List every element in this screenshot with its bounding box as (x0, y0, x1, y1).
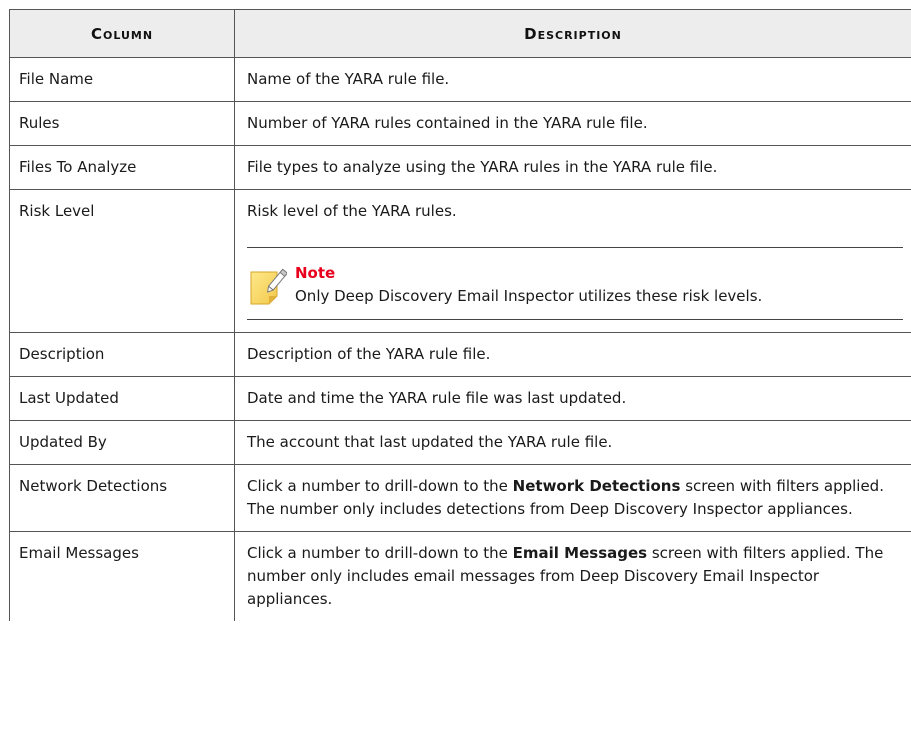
desc-text-pre: Click a number to drill-down to the (247, 544, 513, 562)
note-text: Only Deep Discovery Email Inspector util… (295, 287, 763, 305)
note-pencil-icon (250, 268, 287, 305)
table-row: File Name Name of the YARA rule file. (9, 57, 911, 102)
table-row: Risk Level Risk level of the YARA rules. (9, 189, 911, 333)
row-name: Network Detections (9, 464, 235, 532)
row-name: File Name (9, 57, 235, 102)
column-description-table: Column Description File Name Name of the… (9, 9, 911, 621)
row-description: Number of YARA rules contained in the YA… (234, 101, 911, 146)
row-name: Rules (9, 101, 235, 146)
row-description: Description of the YARA rule file. (234, 332, 911, 377)
screen-name-network-detections: Network Detections (512, 477, 681, 495)
row-name: Email Messages (9, 531, 235, 621)
note-box: Note Only Deep Discovery Email Inspector… (247, 247, 903, 320)
row-description: File types to analyze using the YARA rul… (234, 145, 911, 190)
desc-text-pre: Click a number to drill-down to the (247, 477, 513, 495)
table-row: Network Detections Click a number to dri… (9, 464, 911, 532)
table-row: Last Updated Date and time the YARA rule… (9, 376, 911, 421)
row-description: Date and time the YARA rule file was las… (234, 376, 911, 421)
note-content: Note Only Deep Discovery Email Inspector… (295, 262, 762, 308)
row-description-with-note: Risk level of the YARA rules. Note Only … (234, 189, 911, 333)
header-column: Column (9, 9, 235, 58)
row-description: The account that last updated the YARA r… (234, 420, 911, 465)
row-name: Description (9, 332, 235, 377)
table-row: Files To Analyze File types to analyze u… (9, 145, 911, 190)
screen-name-email-messages: Email Messages (512, 544, 648, 562)
row-name: Last Updated (9, 376, 235, 421)
row-name: Risk Level (9, 189, 235, 333)
row-name: Updated By (9, 420, 235, 465)
table-header-row: Column Description (9, 9, 911, 58)
row-name: Files To Analyze (9, 145, 235, 190)
table-row: Rules Number of YARA rules contained in … (9, 101, 911, 146)
row-description: Risk level of the YARA rules. (247, 202, 457, 220)
header-description: Description (234, 9, 911, 58)
row-description: Name of the YARA rule file. (234, 57, 911, 102)
table-row: Description Description of the YARA rule… (9, 332, 911, 377)
table-row: Updated By The account that last updated… (9, 420, 911, 465)
note-title: Note (295, 264, 336, 282)
row-description: Click a number to drill-down to the Netw… (234, 464, 911, 532)
row-description: Click a number to drill-down to the Emai… (234, 531, 911, 621)
table-row: Email Messages Click a number to drill-d… (9, 531, 911, 621)
